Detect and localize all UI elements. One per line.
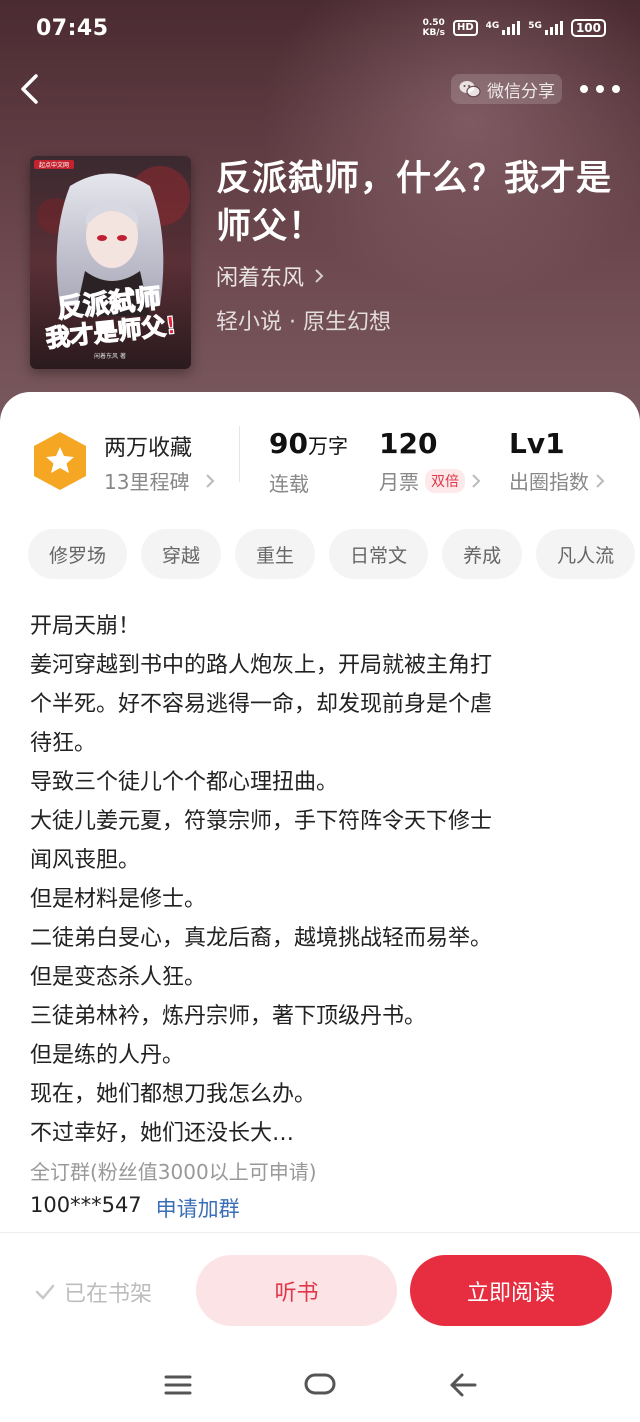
- network-speed: 0.50 KB/s: [422, 18, 444, 38]
- stats-divider: [239, 426, 240, 482]
- menu-icon[interactable]: [164, 1374, 192, 1396]
- description-line: 二徒弟白旻心，真龙后裔，越境挑战轻而易举。: [30, 926, 493, 951]
- description-line: 待狂。: [30, 731, 97, 756]
- system-navigation-bar: [0, 1350, 640, 1422]
- description-line: 导致三个徒儿个个都心理扭曲。: [30, 770, 339, 795]
- fan-group-label: 全订群(粉丝值3000以上可申请): [30, 1160, 317, 1184]
- book-genre: 轻小说 · 原生幻想: [216, 310, 391, 335]
- tag-chip[interactable]: 养成: [442, 529, 523, 579]
- description-line: 三徒弟林衿，炼丹宗师，著下顶级丹书。: [30, 1004, 427, 1029]
- more-dot-icon: [580, 85, 588, 93]
- chevron-left-icon: [21, 74, 38, 104]
- description-line: 但是练的人丹。: [30, 1043, 185, 1068]
- signal-4g-icon: 4G: [486, 21, 521, 35]
- wechat-share-label: 微信分享: [487, 81, 555, 102]
- milestones-link[interactable]: 13里程碑: [104, 466, 215, 495]
- status-time: 07:45: [36, 16, 109, 41]
- description-line: 但是变态杀人狂。: [30, 965, 207, 990]
- author-name: 闲着东风: [216, 266, 305, 291]
- tag-chip[interactable]: 穿越: [141, 529, 222, 579]
- description-line: 姜河穿越到书中的路人炮灰上，开局就被主角打: [30, 653, 493, 678]
- book-description[interactable]: 开局天崩！ 姜河穿越到书中的路人炮灰上，开局就被主角打 个半死。好不容易逃得一命…: [30, 607, 620, 1153]
- tag-chip[interactable]: 重生: [235, 529, 316, 579]
- tag-list: 修罗场 穿越 重生 日常文 养成 凡人流: [28, 529, 636, 579]
- word-count-stat: 90万字 连载: [269, 426, 348, 497]
- hd-icon: HD: [452, 20, 478, 36]
- word-count-number: 90: [269, 427, 308, 460]
- chevron-right-icon: [596, 473, 605, 488]
- popularity-level: Lv1: [509, 427, 565, 460]
- back-button[interactable]: [18, 70, 48, 108]
- system-indicators: 0.50 KB/s HD 4G 5G 100: [422, 18, 606, 38]
- tag-chip[interactable]: 凡人流: [536, 529, 636, 579]
- favorites-count: 两万收藏: [104, 436, 193, 461]
- description-line: 个半死。好不容易逃得一命，却发现前身是个虐: [30, 692, 493, 717]
- more-dot-icon: [612, 85, 620, 93]
- book-title: 反派弑师，什么？我才是师父！: [216, 159, 613, 247]
- signal-5g-icon: 5G: [528, 21, 563, 35]
- on-shelf-indicator: 已在书架: [34, 1276, 152, 1308]
- network-speed-value: 0.50: [422, 18, 445, 28]
- description-line: 不过幸好，她们还没长大…: [30, 1121, 295, 1146]
- milestones-label: 13里程碑: [104, 470, 190, 494]
- book-cover-image: 起点中文网 反派弑师 我才是师父! 闲着东风 著: [30, 156, 191, 369]
- double-badge: 双倍: [425, 468, 465, 493]
- join-group-link[interactable]: 申请加群: [156, 1193, 240, 1223]
- home-icon[interactable]: [304, 1372, 336, 1396]
- fan-group-id: 100***547: [30, 1193, 142, 1217]
- description-line: 大徒儿姜元夏，符箓宗师，手下符阵令天下修士: [30, 809, 493, 834]
- description-line: 现在，她们都想刀我怎么办。: [30, 1082, 317, 1107]
- author-link[interactable]: 闲着东风: [216, 260, 324, 292]
- read-now-button[interactable]: 立即阅读: [410, 1255, 612, 1326]
- description-line: 闻风丧胆。: [30, 848, 141, 873]
- word-count-unit: 万字: [307, 434, 348, 458]
- back-arrow-icon[interactable]: [449, 1372, 477, 1398]
- status-bar: 07:45 0.50 KB/s HD 4G 5G 100: [0, 0, 640, 60]
- fan-group-row: 100***547 申请加群: [30, 1193, 240, 1223]
- wechat-icon: [459, 81, 481, 98]
- chevron-right-icon: [472, 473, 481, 488]
- description-line: 但是材料是修士。: [30, 887, 207, 912]
- serial-status: 连载: [269, 472, 309, 496]
- tag-chip[interactable]: 修罗场: [28, 529, 128, 579]
- tag-chip[interactable]: 日常文: [329, 529, 429, 579]
- monthly-ticket-stat[interactable]: 120 月票 双倍: [379, 426, 481, 495]
- chevron-right-icon: [206, 473, 215, 488]
- more-dot-icon: [596, 85, 604, 93]
- check-icon: [35, 1284, 55, 1300]
- monthly-ticket-count: 120: [379, 427, 438, 460]
- description-line: 开局天崩！: [30, 614, 141, 639]
- battery-icon: 100: [570, 19, 606, 37]
- stats-row: 两万收藏 13里程碑 90万字 连载 120 月票 双倍 Lv1 出圈指数: [0, 420, 640, 500]
- star-badge-icon: [34, 432, 86, 490]
- cover-publisher: 起点中文网: [39, 161, 69, 169]
- book-cover[interactable]: 起点中文网 反派弑师 我才是师父! 闲着东风 著: [30, 156, 191, 369]
- more-options-button[interactable]: [580, 80, 620, 98]
- wechat-share-button[interactable]: 微信分享: [451, 74, 562, 104]
- popularity-label: 出圈指数: [509, 470, 589, 494]
- network-speed-unit: KB/s: [422, 28, 445, 38]
- popularity-level-stat[interactable]: Lv1 出圈指数: [509, 426, 605, 495]
- signal-5g-label: 5G: [528, 21, 542, 31]
- on-shelf-label: 已在书架: [64, 1282, 153, 1307]
- signal-4g-label: 4G: [485, 21, 500, 31]
- listen-button[interactable]: 听书: [196, 1255, 397, 1326]
- monthly-ticket-label: 月票: [379, 470, 419, 494]
- cover-author: 闲着东风 著: [94, 352, 126, 360]
- chevron-right-icon: [315, 269, 324, 283]
